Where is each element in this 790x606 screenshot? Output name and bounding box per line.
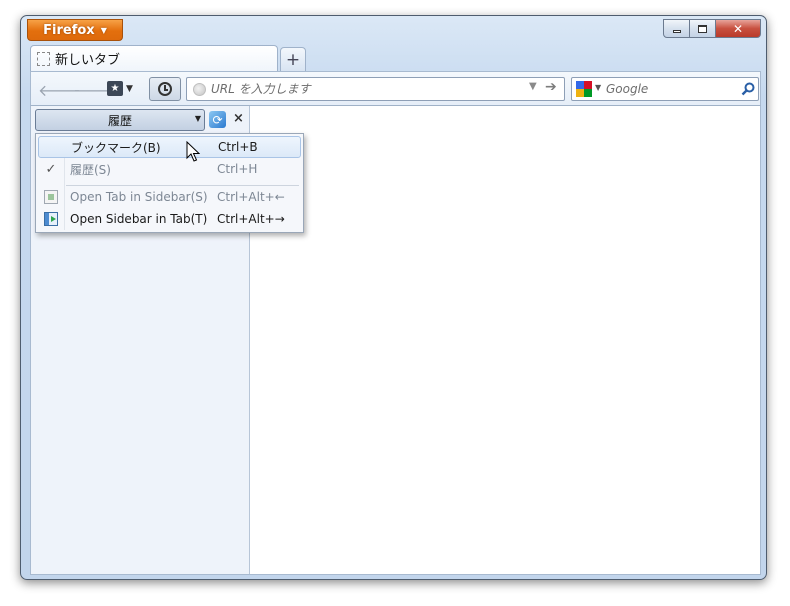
sidebar-switcher-label: 履歴 xyxy=(107,113,132,128)
browser-window: Firefox ▼ ✕ 新しいタブ + 🡐 🡒 ★ ▼ ▼ xyxy=(20,15,767,580)
firefox-app-button[interactable]: Firefox ▼ xyxy=(27,19,123,41)
url-input[interactable] xyxy=(211,78,521,100)
menu-item-shortcut: Ctrl+H xyxy=(217,162,258,176)
google-icon[interactable] xyxy=(576,81,592,97)
sidebar-switcher-button[interactable]: 履歴 ▼ xyxy=(35,109,205,131)
maximize-button[interactable] xyxy=(689,19,716,38)
menu-item-shortcut: Ctrl+B xyxy=(218,140,258,154)
history-button[interactable] xyxy=(149,77,181,101)
blank-page-icon xyxy=(37,51,50,66)
chevron-down-icon[interactable]: ▼ xyxy=(595,83,601,92)
chevron-down-icon: ▼ xyxy=(100,25,107,35)
new-tab-button[interactable]: + xyxy=(280,47,306,71)
close-icon: ✕ xyxy=(732,21,744,36)
search-input[interactable] xyxy=(606,78,736,100)
menu-item-label: Open Sidebar in Tab(T) xyxy=(70,212,208,226)
bookmarks-menu-button[interactable]: ★ ▼ xyxy=(107,81,133,96)
chevron-down-icon: ▼ xyxy=(126,83,133,94)
sidebar-close-button[interactable]: × xyxy=(233,111,244,126)
menu-item-open-sidebar-in-tab[interactable]: Open Sidebar in Tab(T) Ctrl+Alt+→ xyxy=(38,208,301,230)
menu-item-shortcut: Ctrl+Alt+→ xyxy=(217,212,285,226)
sidebar-in-tab-icon xyxy=(44,212,58,226)
clock-icon xyxy=(158,82,172,96)
menu-item-label: ブックマーク(B) xyxy=(71,140,161,155)
checkmark-icon: ✓ xyxy=(45,161,57,177)
menu-item-label: Open Tab in Sidebar(S) xyxy=(70,190,208,204)
sidebar-header: 履歴 ▼ ⟳ × xyxy=(35,108,248,134)
minimize-button[interactable] xyxy=(663,19,690,38)
go-arrow-icon[interactable]: ➔ xyxy=(545,79,557,95)
menu-item-shortcut: Ctrl+Alt+← xyxy=(217,190,285,204)
search-icon[interactable] xyxy=(741,82,755,96)
app-button-label: Firefox xyxy=(43,22,95,38)
tab-in-sidebar-icon xyxy=(44,190,58,204)
sidebar-switcher-menu: ブックマーク(B) Ctrl+B ✓ 履歴(S) Ctrl+H Open Tab… xyxy=(35,133,304,233)
tab-title: 新しいタブ xyxy=(55,53,121,68)
minimize-icon xyxy=(672,29,681,33)
navigation-toolbar: 🡐 🡒 ★ ▼ ▼ ➔ ▼ xyxy=(30,71,761,106)
star-icon: ★ xyxy=(107,81,123,96)
menu-item-label: 履歴(S) xyxy=(70,162,111,177)
menu-item-open-tab-in-sidebar[interactable]: Open Tab in Sidebar(S) Ctrl+Alt+← xyxy=(38,186,301,208)
caption-buttons: ✕ xyxy=(663,19,761,38)
mouse-cursor-icon xyxy=(186,141,200,162)
maximize-icon xyxy=(698,24,707,33)
url-history-dropdown-icon[interactable]: ▼ xyxy=(529,81,537,92)
url-bar[interactable]: ▼ ➔ xyxy=(186,77,565,101)
sync-icon[interactable]: ⟳ xyxy=(209,111,226,128)
close-window-button[interactable]: ✕ xyxy=(715,19,761,38)
search-bar[interactable]: ▼ xyxy=(571,77,759,101)
tab-new-tab[interactable]: 新しいタブ xyxy=(30,45,278,71)
globe-icon xyxy=(193,83,206,96)
plus-icon: + xyxy=(285,49,301,70)
menu-item-history[interactable]: ✓ 履歴(S) Ctrl+H xyxy=(38,158,301,180)
menu-item-bookmarks[interactable]: ブックマーク(B) Ctrl+B xyxy=(38,136,301,158)
chevron-down-icon: ▼ xyxy=(194,114,201,123)
